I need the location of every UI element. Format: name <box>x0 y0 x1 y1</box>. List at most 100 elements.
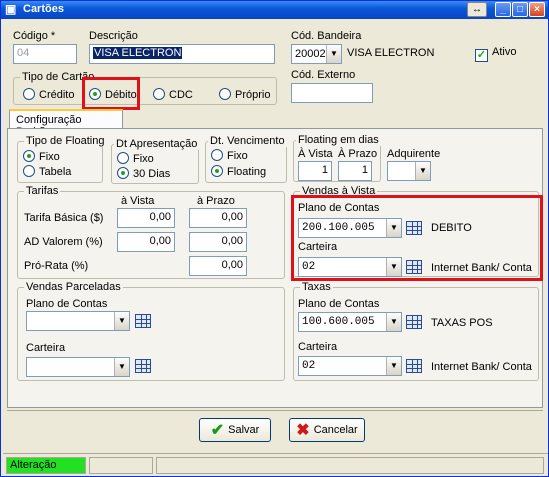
radio-floating-fixo[interactable]: Fixo <box>23 150 60 163</box>
radio-dot-icon <box>211 149 223 161</box>
tarifa-basica-vista-field[interactable]: 0,00 <box>117 208 175 228</box>
descricao-label: Descrição <box>89 30 138 42</box>
table-lookup-icon[interactable] <box>135 359 151 373</box>
table-lookup-icon[interactable] <box>406 359 422 373</box>
chevron-down-icon[interactable]: ▼ <box>114 358 129 376</box>
tarifas-legend: Tarifas <box>24 185 61 197</box>
status-cell-empty <box>156 457 544 474</box>
table-lookup-icon[interactable] <box>406 315 422 329</box>
tab-configuracao-padrao[interactable]: Configuração Padrão <box>9 109 123 138</box>
radio-vencimento-fixo-label: Fixo <box>227 150 248 162</box>
floating-dias-legend: Floating em dias <box>296 134 381 146</box>
maximize-button[interactable]: □ <box>512 2 528 17</box>
parc-plano-label: Plano de Contas <box>26 298 108 310</box>
floating-prazo-field[interactable]: 1 <box>338 161 372 181</box>
cod-bandeira-value: 20002 <box>295 48 326 60</box>
cod-externo-field[interactable] <box>291 83 373 103</box>
status-cell-empty <box>89 457 153 474</box>
radio-vencimento-floating-label: Floating <box>227 166 267 178</box>
descricao-field[interactable]: VISA ELECTRON <box>89 44 275 64</box>
cartoes-window: ▣ Cartões ↔ _ □ × Código * 04 Descrição … <box>0 0 549 477</box>
table-lookup-icon[interactable] <box>135 314 151 328</box>
salvar-button[interactable]: ✔ Salvar <box>199 418 271 442</box>
radio-cdc[interactable]: CDC <box>153 88 193 101</box>
radio-apresentacao-30dias[interactable]: 30 Dias <box>117 167 170 180</box>
highlight-vendas-vista <box>291 195 543 281</box>
status-bar: Alteração <box>3 453 548 475</box>
radio-dot-icon <box>153 88 165 100</box>
ad-valorem-vista-field[interactable]: 0,00 <box>117 232 175 252</box>
radio-dot-icon <box>117 152 129 164</box>
taxas-carteira-label: Carteira <box>298 341 338 353</box>
status-mode: Alteração <box>6 457 86 474</box>
radio-dot-selected-icon <box>23 150 35 162</box>
chevron-down-icon[interactable]: ▼ <box>386 313 401 331</box>
radio-vencimento-floating[interactable]: Floating <box>211 165 266 178</box>
floating-vista-label: À Vista <box>298 148 333 160</box>
tarifas-col-prazo: à Prazo <box>197 195 235 207</box>
radio-apresentacao-fixo[interactable]: Fixo <box>117 152 154 165</box>
parc-plano-select[interactable]: ▼ <box>26 311 130 331</box>
radio-apresentacao-30dias-label: 30 Dias <box>133 168 171 180</box>
floating-vista-field[interactable]: 1 <box>298 161 332 181</box>
bandeira-name: VISA ELECTRON <box>347 47 435 59</box>
x-icon: ✖ <box>296 422 310 439</box>
radio-floating-tabela[interactable]: Tabela <box>23 165 71 178</box>
cancelar-label: Cancelar <box>313 424 358 436</box>
descricao-value: VISA ELECTRON <box>93 47 183 59</box>
radio-floating-fixo-label: Fixo <box>39 151 60 163</box>
ativo-label: Ativo <box>492 46 517 58</box>
taxas-carteira-select[interactable]: 02 ▼ <box>298 356 402 376</box>
radio-vencimento-fixo[interactable]: Fixo <box>211 149 248 162</box>
radio-credito[interactable]: Crédito <box>23 88 74 101</box>
window-title: Cartões <box>23 3 64 15</box>
codigo-field[interactable]: 04 <box>13 44 77 64</box>
chevron-down-icon[interactable]: ▼ <box>114 312 129 330</box>
dt-apresentacao-legend: Dt Apresentação <box>114 138 200 150</box>
salvar-label: Salvar <box>228 424 260 436</box>
radio-apresentacao-fixo-label: Fixo <box>133 153 154 165</box>
radio-proprio-label: Próprio <box>235 89 271 101</box>
tarifa-basica-prazo-field[interactable]: 0,00 <box>189 208 247 228</box>
check-icon: ✔ <box>210 422 225 439</box>
highlight-debito <box>82 77 140 110</box>
radio-dot-icon <box>219 88 231 100</box>
close-button[interactable]: × <box>529 2 545 17</box>
ativo-checkbox[interactable]: ✓ Ativo <box>475 46 516 62</box>
title-bar[interactable]: ▣ Cartões ↔ _ □ × <box>1 1 548 19</box>
floating-prazo-label: À Prazo <box>338 148 378 160</box>
ad-valorem-prazo-field[interactable]: 0,00 <box>189 232 247 252</box>
chevron-down-icon[interactable]: ▼ <box>326 45 341 63</box>
taxas-plano-label: Plano de Contas <box>298 298 380 310</box>
pro-rata-prazo-field[interactable]: 0,00 <box>189 256 247 276</box>
ad-valorem-label: AD Valorem (%) <box>24 236 103 248</box>
divider <box>7 410 543 411</box>
cancelar-button[interactable]: ✖ Cancelar <box>289 418 365 442</box>
tipo-floating-legend: Tipo de Floating <box>24 135 107 147</box>
cod-externo-label: Cód. Externo <box>291 69 356 81</box>
tarifas-col-vista: à Vista <box>121 195 155 207</box>
taxas-plano-value: 100.600.005 <box>302 316 375 328</box>
taxas-carteira-value: 02 <box>302 360 316 372</box>
taxas-legend: Taxas <box>300 281 333 293</box>
taxas-plano-select[interactable]: 100.600.005 ▼ <box>298 312 402 332</box>
chevron-down-icon[interactable]: ▼ <box>415 162 430 180</box>
adquirente-label: Adquirente <box>387 148 441 160</box>
cod-bandeira-label: Cód. Bandeira <box>291 30 362 42</box>
radio-proprio[interactable]: Próprio <box>219 88 270 101</box>
app-icon: ▣ <box>5 2 17 16</box>
adquirente-select[interactable]: ▼ <box>387 161 431 181</box>
chevron-down-icon[interactable]: ▼ <box>386 357 401 375</box>
parc-carteira-select[interactable]: ▼ <box>26 357 130 377</box>
radio-floating-tabela-label: Tabela <box>39 166 72 178</box>
radio-cdc-label: CDC <box>169 89 193 101</box>
radio-dot-selected-icon <box>211 165 223 177</box>
resize-toggle-button[interactable]: ↔ <box>467 2 487 17</box>
cod-bandeira-select[interactable]: 20002 ▼ <box>291 44 342 64</box>
minimize-button[interactable]: _ <box>495 2 511 17</box>
radio-credito-label: Crédito <box>39 89 75 101</box>
parc-carteira-label: Carteira <box>26 342 66 354</box>
radio-dot-selected-icon <box>117 167 129 179</box>
radio-dot-icon <box>23 165 35 177</box>
taxas-carteira-desc: Internet Bank/ Conta <box>431 361 532 373</box>
